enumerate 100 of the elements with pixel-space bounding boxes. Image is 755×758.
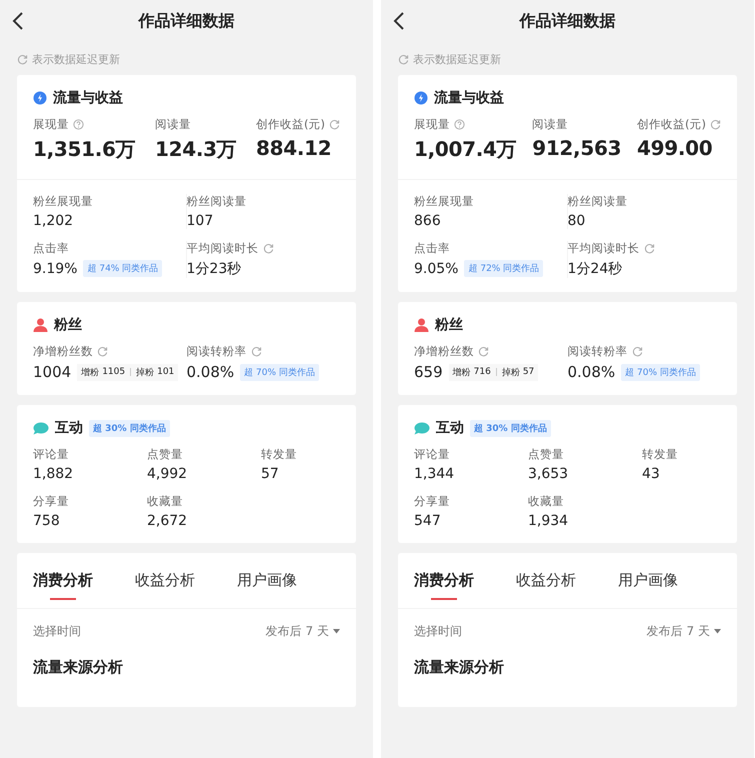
rank-badge: 超 74% 同类作品 <box>83 260 162 277</box>
chat-bubble-icon <box>33 422 49 434</box>
metric-value: 884.12 <box>256 136 332 160</box>
person-icon <box>414 318 429 332</box>
metric-label: 点赞量 <box>528 447 564 462</box>
tab[interactable]: 用户画像 <box>237 567 297 608</box>
section-title: 互动 <box>436 419 464 437</box>
metric-label: 阅读量 <box>154 117 191 132</box>
metric-label: 创作收益(元) <box>637 117 706 132</box>
metric-value: 1,007.4万 <box>414 136 516 163</box>
metric-label: 平均阅读时长 <box>568 241 640 256</box>
chip-text: 101 <box>157 367 174 377</box>
chip-text: 掉粉 <box>502 366 520 378</box>
refresh-icon <box>632 346 642 357</box>
section-heading: 流量来源分析 <box>414 658 505 677</box>
rank-badge: 超 70% 同类作品 <box>621 364 700 380</box>
refresh-icon <box>97 346 108 357</box>
metric-label: 评论量 <box>33 447 69 462</box>
chip-text: 716 <box>474 367 491 377</box>
delay-note: 表示数据延迟更新 <box>32 52 120 67</box>
back-icon[interactable] <box>12 12 24 30</box>
metric-value: 1,351.6万 <box>33 136 136 163</box>
metric-label: 点击率 <box>414 241 450 256</box>
refresh-icon <box>710 119 721 130</box>
metric-label: 展现量 <box>33 117 69 132</box>
tab[interactable]: 消费分析 <box>33 567 93 608</box>
lightning-icon <box>33 91 47 105</box>
time-dropdown[interactable]: 发布后 7 天 <box>646 623 721 640</box>
help-icon[interactable] <box>73 119 84 130</box>
tab[interactable]: 收益分析 <box>516 567 576 608</box>
rank-badge: 超 72% 同类作品 <box>464 260 544 277</box>
metric-value: 659 <box>414 363 443 381</box>
metric-value: 0.08% <box>186 363 234 381</box>
metric-value: 57 <box>261 466 280 482</box>
metric-value: 3,653 <box>528 466 570 482</box>
metric-value: 758 <box>33 513 61 529</box>
metric-label: 净增粉丝数 <box>33 344 93 359</box>
metric-value: 43 <box>642 466 661 482</box>
metric-label: 阅读转粉率 <box>186 344 246 359</box>
person-icon <box>33 318 48 332</box>
metric-label: 分享量 <box>414 494 450 509</box>
metric-value: 499.00 <box>637 136 714 160</box>
chip-text: 增粉 <box>81 366 100 378</box>
metric-label: 收藏量 <box>528 494 564 509</box>
tab[interactable]: 用户画像 <box>618 567 678 608</box>
metric-value: 2,672 <box>147 513 188 529</box>
caret-icon[interactable] <box>333 629 340 634</box>
metric-label: 阅读量 <box>532 117 568 132</box>
chat-bubble-icon <box>414 422 430 434</box>
page-title: 作品详细数据 <box>518 10 616 32</box>
metric-label: 收藏量 <box>147 494 183 509</box>
rank-badge: 超 70% 同类作品 <box>240 364 319 380</box>
metric-value: 866 <box>414 213 441 229</box>
metric-label: 点击率 <box>33 241 69 256</box>
time-label: 选择时间 <box>414 623 462 640</box>
refresh-icon <box>329 119 340 130</box>
metric-label: 创作收益(元) <box>256 117 325 132</box>
metric-label: 平均阅读时长 <box>186 241 258 256</box>
caret-icon[interactable] <box>714 629 721 634</box>
metric-value: 912,563 <box>532 136 622 160</box>
metric-value: 1分23秒 <box>186 260 242 278</box>
metric-value: 4,992 <box>147 466 188 482</box>
refresh-icon <box>262 243 274 254</box>
metric-value: 1004 <box>33 363 72 381</box>
help-icon[interactable] <box>454 119 465 130</box>
chip-text: 1105 <box>102 367 126 377</box>
chip-text: 增粉 <box>452 366 471 378</box>
section-heading: 流量来源分析 <box>33 658 124 677</box>
metric-value: 1,934 <box>528 513 570 529</box>
page-title: 作品详细数据 <box>137 10 236 32</box>
metric-label: 评论量 <box>414 447 450 462</box>
time-dropdown[interactable]: 发布后 7 天 <box>266 623 340 640</box>
metric-value: 80 <box>568 213 586 229</box>
metric-label: 阅读转粉率 <box>568 344 628 359</box>
section-title: 互动 <box>55 419 83 437</box>
refresh-icon <box>398 54 409 65</box>
metric-label: 净增粉丝数 <box>414 344 474 359</box>
metric-label: 点赞量 <box>147 447 183 462</box>
section-title: 流量与收益 <box>53 89 123 107</box>
time-label: 选择时间 <box>33 623 81 640</box>
refresh-icon <box>478 346 489 357</box>
metric-label: 粉丝阅读量 <box>568 194 628 209</box>
refresh-icon <box>17 54 28 65</box>
tab[interactable]: 消费分析 <box>414 567 474 608</box>
metric-value: 107 <box>186 213 214 229</box>
chip-text: 掉粉 <box>136 366 154 378</box>
back-icon[interactable] <box>393 12 405 30</box>
refresh-icon <box>644 243 654 254</box>
chip-text: 57 <box>522 367 534 377</box>
section-title: 流量与收益 <box>434 89 504 107</box>
metric-label: 转发量 <box>261 447 297 462</box>
metric-label: 转发量 <box>642 447 678 462</box>
tab[interactable]: 收益分析 <box>135 567 195 608</box>
metric-value: 1,202 <box>33 213 74 229</box>
rank-badge: 超 30% 同类作品 <box>89 420 170 436</box>
metric-value: 1分24秒 <box>568 260 622 278</box>
metric-value: 1,882 <box>33 466 74 482</box>
metric-label: 粉丝展现量 <box>414 194 474 209</box>
delay-note: 表示数据延迟更新 <box>413 52 501 67</box>
section-title: 粉丝 <box>54 316 82 334</box>
